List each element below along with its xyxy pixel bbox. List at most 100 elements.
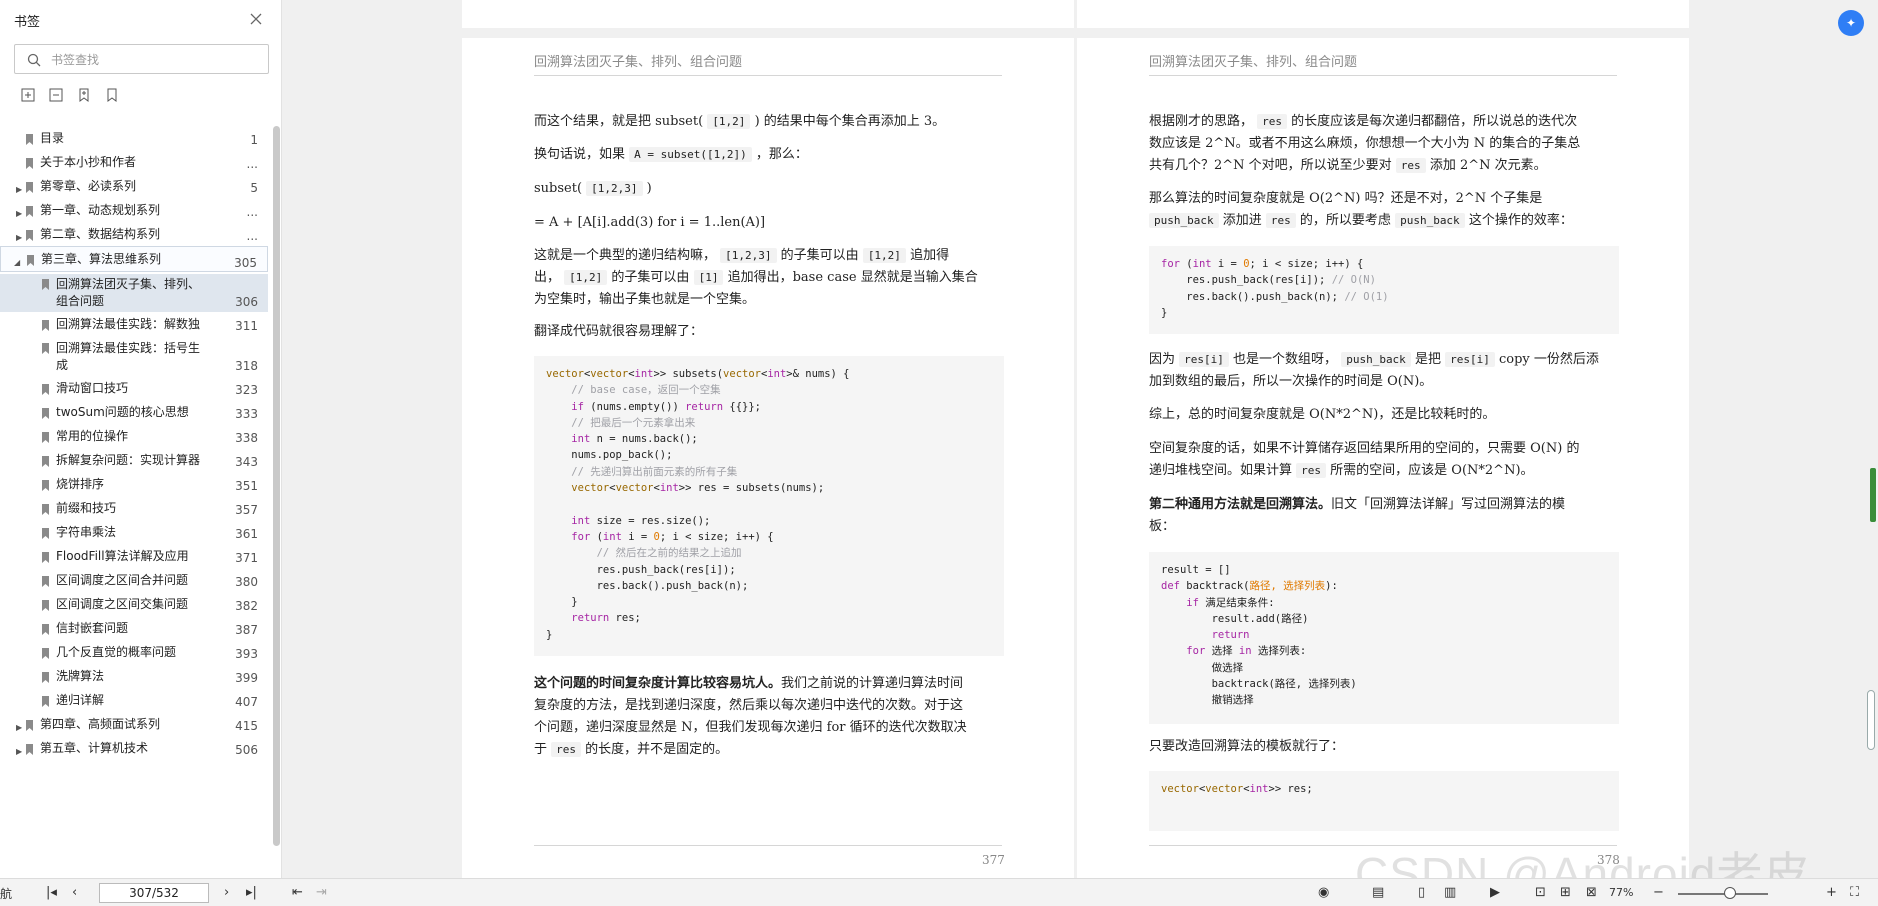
- first-page-button[interactable]: |◂: [46, 885, 57, 900]
- forward-view-icon[interactable]: ⇥: [316, 885, 327, 900]
- zoom-out-button[interactable]: −: [1653, 885, 1664, 900]
- collapse-all-icon[interactable]: [48, 87, 64, 103]
- chevron-right-icon[interactable]: ▶: [16, 205, 22, 222]
- code-line: // 然后在之前的结果之上追加: [596, 547, 742, 560]
- bookmark-icon: [42, 480, 49, 491]
- code-line: backtrack(路径, 选择列表): [1161, 678, 1357, 691]
- bookmark-item[interactable]: 回溯算法最佳实践：括号生成 318: [0, 338, 268, 376]
- bookmark-item[interactable]: 拆解复杂问题：实现计算器 343: [0, 450, 268, 472]
- bookmark-item[interactable]: 回溯算法团灭子集、排列、 组合问题 306: [0, 274, 268, 312]
- zoom-slider[interactable]: [1678, 893, 1768, 895]
- bookmark-page-number: 393: [235, 647, 258, 661]
- bookmark-label: 烧饼排序: [56, 477, 105, 491]
- fullscreen-icon[interactable]: ⛶: [1850, 885, 1859, 900]
- bookmark-item[interactable]: 几个反直觉的概率问题 393: [0, 642, 268, 664]
- sidebar-scrollbar[interactable]: [273, 126, 280, 846]
- two-page-icon[interactable]: ▥: [1444, 885, 1456, 900]
- bookmark-search-input[interactable]: [51, 50, 261, 70]
- fit-width-icon[interactable]: ⊡: [1535, 885, 1546, 900]
- bookmark-label: 洗牌算法: [56, 669, 105, 683]
- status-bar: 航 |◂ ‹ › ▸| ⇤ ⇥ ◉ ▤ ▯ ▥ ▶ ⊡ ⊞ ⊠ 77% − + …: [0, 878, 1878, 906]
- back-view-icon[interactable]: ⇤: [292, 885, 303, 900]
- zoom-level[interactable]: 77%: [1609, 886, 1633, 899]
- zoom-in-button[interactable]: +: [1826, 885, 1837, 900]
- header-rule: [1149, 75, 1617, 76]
- bookmark-item[interactable]: ▶ 第四章、高频面试系列 415: [0, 714, 268, 736]
- single-page-icon[interactable]: ▤: [1372, 885, 1384, 900]
- bookmark-item[interactable]: 滑动窗口技巧 323: [0, 378, 268, 400]
- bookmark-item[interactable]: ▶ 第零章、必读系列 5: [0, 176, 268, 198]
- bookmark-item[interactable]: 字符串乘法 361: [0, 522, 268, 544]
- chevron-down-icon[interactable]: ◢: [14, 254, 20, 271]
- prev-page-button[interactable]: ‹: [72, 885, 77, 900]
- code-line: if (nums.empty()) return {{}};: [571, 400, 761, 413]
- bookmark-item[interactable]: 区间调度之区间合并问题 380: [0, 570, 268, 592]
- bookmark-item[interactable]: 区间调度之区间交集问题 382: [0, 594, 268, 616]
- bookmark-item[interactable]: ▶ 第五章、计算机技术 506: [0, 738, 268, 760]
- assistant-badge-icon[interactable]: ✦: [1838, 10, 1864, 36]
- bookmark-label: 信封嵌套问题: [56, 621, 129, 635]
- bookmark-item[interactable]: ◢ 第三章、算法思维系列 305: [0, 246, 268, 272]
- chevron-right-icon[interactable]: ▶: [16, 743, 22, 760]
- nav-label: 航: [0, 887, 13, 901]
- bookmark-label: 第三章、算法思维系列: [41, 252, 162, 266]
- bookmark-icon: [42, 696, 49, 707]
- expand-all-icon[interactable]: [20, 87, 36, 103]
- bookmark-icon[interactable]: [104, 87, 120, 103]
- chevron-right-icon[interactable]: ▶: [16, 229, 22, 246]
- bookmark-item[interactable]: 回溯算法最佳实践：解数独 311: [0, 314, 268, 336]
- play-icon[interactable]: ▶: [1490, 885, 1500, 900]
- bookmark-label: 区间调度之区间交集问题: [56, 597, 189, 611]
- zoom-slider-thumb[interactable]: [1724, 887, 1736, 899]
- bookmark-page-number: 311: [235, 319, 258, 333]
- previous-page-left: [462, 0, 1074, 28]
- paragraph: 第二种通用方法就是回溯算法。旧文「回溯算法详解」写过回溯算法的模 板：: [1149, 497, 1566, 534]
- page-number-input[interactable]: [99, 883, 209, 903]
- bookmark-icon: [42, 576, 49, 587]
- bookmark-icon: [42, 279, 49, 290]
- fit-page-icon[interactable]: ⊞: [1560, 885, 1571, 900]
- bookmark-page-number: 351: [235, 479, 258, 493]
- running-head: 回溯算法团灭子集、排列、组合问题: [534, 55, 743, 70]
- bookmark-item[interactable]: 关于本小抄和作者...: [0, 152, 268, 174]
- bookmark-item[interactable]: twoSum问题的核心思想 333: [0, 402, 268, 424]
- eye-mode-icon[interactable]: ◉: [1318, 885, 1329, 900]
- paragraph: = A + [A[i].add(3) for i = 1..len(A)]: [534, 215, 766, 230]
- bookmark-item[interactable]: FloodFill算法详解及应用 371: [0, 546, 268, 568]
- bookmark-item[interactable]: 洗牌算法 399: [0, 666, 268, 688]
- close-icon[interactable]: [249, 12, 263, 26]
- side-indicator: [1870, 468, 1876, 522]
- last-page-button[interactable]: ▸|: [246, 885, 257, 900]
- paragraph: 这就是一个典型的递归结构嘛， [1,2,3] 的子集可以由 [1,2] 追加得 …: [534, 248, 978, 307]
- bookmark-item[interactable]: 递归详解 407: [0, 690, 268, 712]
- add-bookmark-icon[interactable]: [76, 87, 92, 103]
- zoom-mode-icon[interactable]: ⊠: [1586, 885, 1597, 900]
- bookmark-item[interactable]: 常用的位操作 338: [0, 426, 268, 448]
- chevron-right-icon[interactable]: ▶: [16, 719, 22, 736]
- bookmark-item[interactable]: 信封嵌套问题 387: [0, 618, 268, 640]
- bookmark-icon: [42, 343, 49, 354]
- code-line: int size = res.size();: [571, 514, 711, 527]
- paragraph: 那么算法的时间复杂度就是 O(2^N) 吗？还是不对，2^N 个子集是 push…: [1149, 191, 1573, 228]
- bookmark-item[interactable]: 烧饼排序 351: [0, 474, 268, 496]
- bookmark-item[interactable]: ▶ 第一章、动态规划系列...: [0, 200, 268, 222]
- bookmark-label: 前缀和技巧: [56, 501, 117, 515]
- bookmark-label: 回溯算法最佳实践：括号生: [56, 341, 201, 355]
- code-line: result = []: [1161, 564, 1231, 576]
- bookmark-item[interactable]: ▶ 第二章、数据结构系列...: [0, 224, 268, 246]
- next-page-button[interactable]: ›: [224, 885, 229, 900]
- bookmark-page-number: 380: [235, 575, 258, 589]
- code-line: vector<vector<int>> subsets(vector<int>&…: [546, 368, 850, 380]
- continuous-page-icon[interactable]: ▯: [1418, 885, 1425, 900]
- bookmark-search-box[interactable]: [14, 44, 269, 74]
- document-scrollbar-thumb[interactable]: [1867, 690, 1875, 750]
- bookmark-icon: [26, 158, 33, 169]
- chevron-right-icon[interactable]: ▶: [16, 181, 22, 198]
- bookmark-page-number: 305: [234, 256, 257, 270]
- bookmark-label: FloodFill算法详解及应用: [56, 549, 189, 563]
- previous-page-right: [1077, 0, 1689, 28]
- bookmark-item[interactable]: 目录 1: [0, 128, 268, 150]
- bookmark-item[interactable]: 前缀和技巧 357: [0, 498, 268, 520]
- bookmark-page-number: 382: [235, 599, 258, 613]
- running-head: 回溯算法团灭子集、排列、组合问题: [1149, 55, 1358, 70]
